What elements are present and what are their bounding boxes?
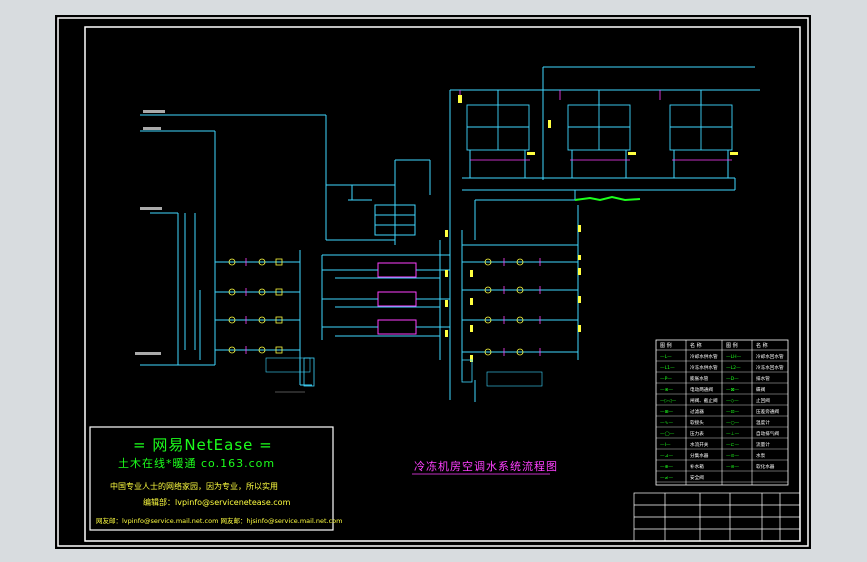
legend-symbol: —◯— (660, 431, 675, 437)
legend-label: 水泵 (756, 452, 766, 459)
legend-symbol: —⊏— (726, 443, 739, 448)
watermark-title: = 网易NetEase = (133, 436, 273, 454)
legend-header: 名 称 (690, 342, 702, 349)
legend-header: 图 例 (660, 342, 672, 349)
legend-label: 排水管 (756, 375, 770, 382)
legend-label: 蝶阀 (756, 386, 766, 393)
legend-symbol: —L1— (660, 365, 675, 371)
legend-symbol: —⊠— (726, 388, 739, 393)
legend-label: 流量计 (756, 441, 770, 448)
legend-symbol: —⊙— (726, 454, 739, 459)
legend-symbol: —∿— (660, 421, 673, 426)
legend-label: 补水箱 (690, 463, 704, 470)
legend-header: 名 称 (756, 342, 768, 349)
legend-symbol: —⊡— (726, 410, 739, 415)
legend-symbol: —D— (726, 376, 739, 382)
legend-symbol: —≠— (660, 476, 673, 481)
legend-symbol: —P— (660, 376, 672, 382)
legend-symbol: —⊿— (660, 454, 673, 459)
legend-symbol: —L— (660, 354, 672, 360)
legend-symbol: —▷◁— (660, 399, 677, 404)
watermark-line-3: 网友邮：lvpinfo@service.mail.net.com 网友邮：hjs… (96, 517, 343, 525)
legend-label: 压差旁通阀 (756, 408, 779, 415)
legend-label: 电动两通阀 (690, 386, 713, 393)
legend-label: 水流开关 (690, 441, 709, 448)
legend-header: 图 例 (726, 342, 738, 349)
legend-label: 压力表 (690, 430, 704, 437)
legend-label: 冷却水回水管 (756, 353, 784, 360)
legend-symbol: —I— (660, 442, 671, 448)
legend-symbol: —⊕— (660, 465, 673, 470)
legend-symbol: —L2— (726, 365, 741, 371)
legend-label: 自动排气阀 (756, 430, 779, 437)
drawing-title: 冷冻机房空调水系统流程图 (414, 460, 558, 473)
legend-label: 软化水器 (756, 463, 775, 470)
legend-symbol: —○— (726, 421, 740, 426)
watermark-subtitle: 土木在线*暖通 co.163.com (118, 457, 276, 470)
legend-label: 膨胀水管 (690, 375, 709, 382)
legend-label: 冷冻水回水管 (756, 364, 784, 371)
legend-symbol: —⊜— (726, 465, 739, 470)
legend-label: 过滤器 (690, 408, 704, 415)
cad-drawing-sheet: 图 例 名 称 图 例 名 称 —L— 冷却水供水管 —LH— 冷却水回水管 —L1— 冷冻水供水… (55, 15, 811, 549)
legend-label: 软接头 (690, 419, 704, 426)
legend-label: 温度计 (756, 419, 770, 426)
legend-label: 闸阀、截止阀 (690, 397, 718, 404)
watermark-line-1: 中国专业人士的网络家园，因为专业，所以实用 (110, 482, 278, 491)
legend-label: 安全阀 (690, 474, 704, 481)
watermark-line-2: 编辑部：lvpinfo@servicenetease.com (143, 498, 291, 507)
legend-symbol: —⊞— (660, 410, 673, 415)
legend-symbol: —◇— (726, 399, 739, 404)
legend-label: 分集水器 (690, 452, 709, 459)
legend-symbol: —⊗— (660, 388, 673, 393)
legend-symbol: —LH— (726, 354, 742, 360)
legend-label: 冷冻水供水管 (690, 364, 718, 371)
legend-symbol: —⊥— (726, 431, 740, 437)
legend-label: 止回阀 (756, 397, 770, 404)
legend-label: 冷却水供水管 (690, 353, 718, 360)
